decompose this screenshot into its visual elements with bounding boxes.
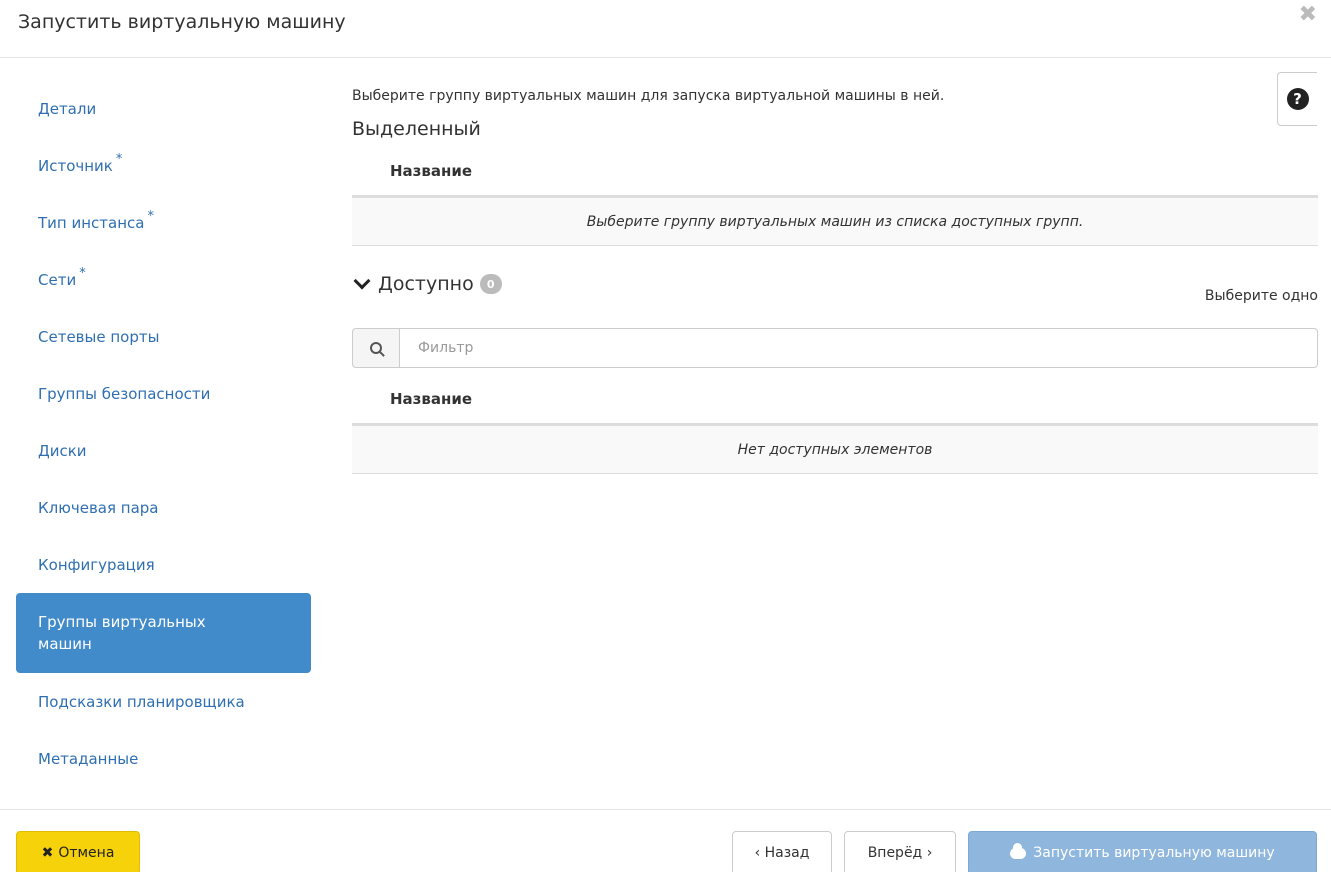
- sidebar-item-label: Источник: [38, 156, 113, 175]
- sidebar-item-flavor[interactable]: Тип инстанса *: [16, 194, 311, 251]
- sidebar-item-label: Детали: [38, 99, 97, 118]
- sidebar-item-security-groups[interactable]: Группы безопасности: [16, 365, 311, 422]
- sidebar-item-label: Метаданные: [38, 749, 139, 768]
- cloud-upload-icon: [1010, 842, 1027, 859]
- selected-section-title: Выделенный: [352, 118, 481, 140]
- available-section-title: Доступно: [378, 273, 474, 295]
- sidebar-item-disks[interactable]: Диски: [16, 422, 311, 479]
- sidebar-item-label: Подсказки планировщика: [38, 692, 245, 711]
- required-marker: *: [115, 152, 123, 167]
- cancel-button[interactable]: ✖ Отмена: [16, 831, 140, 872]
- filter-group: [352, 328, 1318, 368]
- sidebar-item-label: Ключевая пара: [38, 498, 159, 517]
- sidebar-item-label: Диски: [38, 441, 87, 460]
- step-description: Выберите группу виртуальных машин для за…: [352, 88, 945, 104]
- sidebar-item-label: Сети: [38, 270, 77, 289]
- filter-input[interactable]: [400, 328, 1318, 368]
- launch-button-label: Запустить виртуальную машину: [1033, 845, 1275, 861]
- modal-header: Запустить виртуальную машину ✖: [0, 0, 1331, 58]
- filter-addon: [352, 328, 400, 368]
- sidebar-item-label: Тип инстанса: [38, 213, 145, 232]
- back-button[interactable]: ‹ Назад: [732, 831, 832, 872]
- modal-title: Запустить виртуальную машину: [18, 11, 346, 33]
- select-one-hint: Выберите одно: [1204, 288, 1318, 304]
- sidebar-item-label: Конфигурация: [38, 555, 155, 574]
- sidebar-item-server-groups[interactable]: Группы виртуальных машин: [16, 593, 311, 673]
- sidebar-item-networks[interactable]: Сети *: [16, 251, 311, 308]
- question-icon: ?: [1286, 88, 1309, 110]
- sidebar-item-key-pair[interactable]: Ключевая пара: [16, 479, 311, 536]
- chevron-down-icon: [353, 272, 371, 290]
- close-icon: ✖: [41, 845, 54, 861]
- selected-column-name[interactable]: Название: [390, 162, 472, 180]
- required-marker: *: [147, 209, 154, 224]
- sidebar-item-configuration[interactable]: Конфигурация: [16, 536, 311, 593]
- sidebar-item-scheduler-hints[interactable]: Подсказки планировщика: [16, 673, 311, 730]
- launch-instance-button[interactable]: Запустить виртуальную машину: [968, 831, 1317, 872]
- sidebar-item-details[interactable]: Детали: [16, 80, 311, 137]
- available-empty-row: Нет доступных элементов: [352, 426, 1318, 474]
- wizard-sidebar: Детали Источник * Тип инстанса * Сети * …: [16, 80, 311, 787]
- sidebar-item-label: Сетевые порты: [38, 327, 160, 346]
- sidebar-item-source[interactable]: Источник *: [16, 137, 311, 194]
- available-section-toggle[interactable]: Доступно 0: [352, 272, 502, 295]
- cancel-button-label: Отмена: [58, 845, 115, 861]
- sidebar-item-metadata[interactable]: Метаданные: [16, 730, 311, 787]
- selected-empty-row: Выберите группу виртуальных машин из спи…: [352, 198, 1318, 246]
- modal-footer: ✖ Отмена ‹ Назад Вперёд › Запустить вирт…: [0, 809, 1331, 872]
- close-icon[interactable]: ✖: [1299, 4, 1317, 26]
- next-button[interactable]: Вперёд ›: [844, 831, 956, 872]
- search-icon: [370, 342, 382, 354]
- available-count-badge: 0: [479, 274, 502, 294]
- sidebar-item-label: Группы виртуальных машин: [38, 613, 206, 653]
- help-button[interactable]: ?: [1277, 72, 1317, 126]
- sidebar-item-network-ports[interactable]: Сетевые порты: [16, 308, 311, 365]
- required-marker: *: [79, 266, 86, 281]
- available-column-name[interactable]: Название: [390, 390, 472, 408]
- sidebar-item-label: Группы безопасности: [38, 384, 211, 403]
